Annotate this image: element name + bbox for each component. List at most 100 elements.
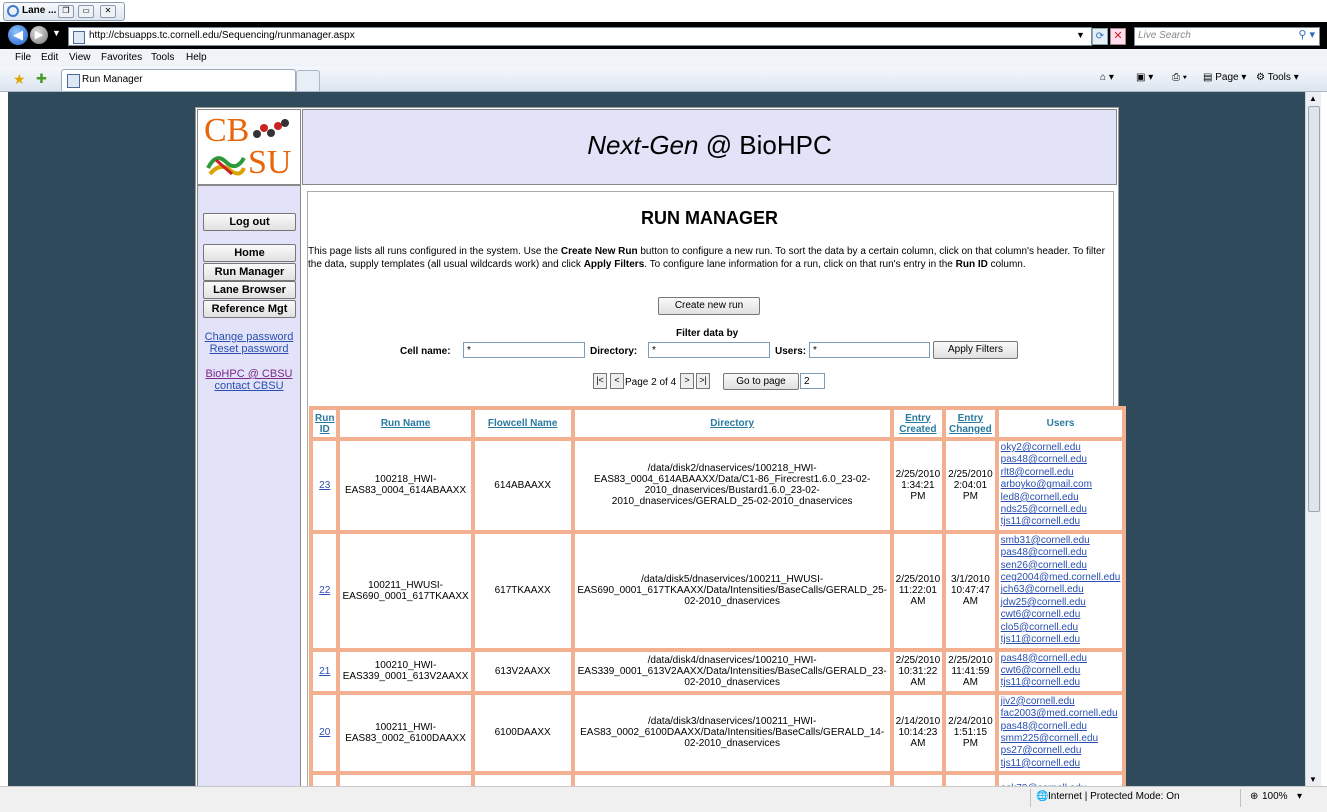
biohpc-link[interactable]: BioHPC @ CBSU	[198, 368, 300, 380]
last-page-button[interactable]: >|	[696, 373, 710, 389]
new-tab-button[interactable]	[296, 70, 320, 91]
user-email-link[interactable]: clo5@cornell.edu	[1001, 622, 1121, 634]
user-email-link[interactable]: ps27@cornell.edu	[1001, 745, 1121, 757]
desc-bold-2: Apply Filters	[583, 259, 645, 270]
goto-page-input[interactable]: 2	[800, 373, 825, 389]
directory-input[interactable]: *	[648, 342, 770, 358]
goto-page-button[interactable]: Go to page	[723, 373, 799, 390]
run-id-link[interactable]: 21	[312, 650, 338, 692]
col-entry-created[interactable]: Entry Created	[892, 409, 944, 438]
zoom-dropdown-icon[interactable]: ▾	[1297, 791, 1302, 802]
tab-title: Run Manager	[82, 74, 143, 85]
favorites-star-icon[interactable]: ★	[13, 71, 26, 88]
prev-page-button[interactable]: <	[610, 373, 624, 389]
search-input[interactable]: Live Search ⚲ ▾	[1134, 27, 1320, 46]
user-email-link[interactable]: nds25@cornell.edu	[1001, 504, 1121, 516]
col-flowcell[interactable]: Flowcell Name	[473, 409, 572, 438]
scroll-down-icon[interactable]: ▼	[1309, 775, 1317, 784]
user-email-link[interactable]: pas48@cornell.edu	[1001, 653, 1121, 665]
user-email-link[interactable]: pas48@cornell.edu	[1001, 454, 1121, 466]
refresh-icon[interactable]: ⟳	[1092, 28, 1108, 45]
user-email-link[interactable]: pas48@cornell.edu	[1001, 721, 1121, 733]
desc-text-3: . To configure lane information for a ru…	[644, 259, 956, 270]
user-email-link[interactable]: sen26@cornell.edu	[1001, 560, 1121, 572]
run-id-link[interactable]: 22	[312, 532, 338, 649]
scroll-up-icon[interactable]: ▲	[1309, 94, 1317, 103]
menu-file[interactable]: File	[15, 52, 31, 63]
address-dropdown-icon[interactable]: ▼	[1076, 30, 1085, 40]
menu-view[interactable]: View	[69, 52, 91, 63]
user-email-link[interactable]: jch63@cornell.edu	[1001, 584, 1121, 596]
contact-link[interactable]: contact CBSU	[198, 380, 300, 392]
tab-run-manager[interactable]: Run Manager	[61, 69, 296, 91]
sidebar-reference-mgt-button[interactable]: Reference Mgt	[203, 300, 296, 318]
restore-icon[interactable]: ❐	[58, 5, 74, 18]
user-email-link[interactable]: tjs11@cornell.edu	[1001, 516, 1121, 528]
site-title: Next-Gen @ BioHPC	[303, 130, 1116, 161]
user-email-link[interactable]: cwt6@cornell.edu	[1001, 665, 1121, 677]
users-input[interactable]: *	[809, 342, 930, 358]
menu-tools[interactable]: Tools	[151, 52, 174, 63]
scrollbar-thumb[interactable]	[1308, 106, 1320, 512]
col-run-id[interactable]: Run ID	[312, 409, 338, 438]
zoom-level[interactable]: 100%	[1262, 791, 1288, 802]
user-email-link[interactable]: oky2@cornell.edu	[1001, 442, 1121, 454]
first-page-button[interactable]: |<	[593, 373, 607, 389]
next-page-button[interactable]: >	[680, 373, 694, 389]
user-email-link[interactable]: rlt8@cornell.edu	[1001, 467, 1121, 479]
col-run-name[interactable]: Run Name	[339, 409, 472, 438]
col-entry-changed[interactable]: Entry Changed	[945, 409, 996, 438]
reset-password-link[interactable]: Reset password	[198, 343, 300, 355]
change-password-link[interactable]: Change password	[198, 331, 300, 343]
close-icon[interactable]: ✕	[100, 5, 116, 18]
cbsu-logo: CB SU	[197, 109, 301, 185]
run-id-link[interactable]: 20	[312, 693, 338, 773]
home-icon[interactable]: ⌂ ▾	[1100, 72, 1114, 83]
user-email-link[interactable]: jiv2@cornell.edu	[1001, 696, 1121, 708]
menu-favorites[interactable]: Favorites	[101, 52, 142, 63]
address-input[interactable]: http://cbsuapps.tc.cornell.edu/Sequencin…	[68, 27, 1092, 46]
run-id-link[interactable]: 23	[312, 440, 338, 531]
menu-edit[interactable]: Edit	[41, 52, 58, 63]
apply-filters-button[interactable]: Apply Filters	[933, 341, 1018, 359]
page-menu[interactable]: ▤ Page ▾	[1203, 72, 1246, 83]
minimize-icon[interactable]: ▭	[78, 5, 94, 18]
user-email-link[interactable]: tjs11@cornell.edu	[1001, 677, 1121, 689]
forward-button[interactable]: ▶	[30, 26, 48, 44]
user-email-link[interactable]: smm225@cornell.edu	[1001, 733, 1121, 745]
page-menu-label: Page	[1215, 72, 1239, 83]
user-email-link[interactable]: smb31@cornell.edu	[1001, 535, 1121, 547]
user-email-link[interactable]: tjs11@cornell.edu	[1001, 634, 1121, 646]
status-bar: 🌐 Internet | Protected Mode: On ⊕ 100% ▾	[0, 786, 1327, 812]
user-email-link[interactable]: tjs11@cornell.edu	[1001, 758, 1121, 770]
vertical-scrollbar[interactable]: ▲ ▼	[1305, 92, 1321, 786]
print-icon[interactable]: ⎙ ▾	[1172, 72, 1187, 83]
window-tab-thumbnail[interactable]: Lane ... ❐ ▭ ✕	[3, 2, 125, 21]
recent-pages-dropdown-icon[interactable]: ▼	[52, 28, 61, 38]
user-email-link[interactable]: led8@cornell.edu	[1001, 492, 1121, 504]
user-email-link[interactable]: fac2003@med.cornell.edu	[1001, 708, 1121, 720]
window-tab-label: Lane ...	[22, 5, 57, 16]
entry-changed-cell: 2/24/2010 1:51:15 PM	[945, 693, 996, 773]
user-email-link[interactable]: pas48@cornell.edu	[1001, 547, 1121, 559]
sidebar-run-manager-button[interactable]: Run Manager	[203, 263, 296, 281]
tools-menu[interactable]: ⚙ Tools ▾	[1256, 72, 1299, 83]
search-icon[interactable]: ⚲ ▾	[1298, 28, 1315, 41]
back-button[interactable]: ◀	[8, 25, 28, 45]
feeds-icon[interactable]: ▣ ▾	[1136, 72, 1153, 83]
menu-help[interactable]: Help	[186, 52, 207, 63]
col-directory[interactable]: Directory	[573, 409, 891, 438]
sidebar-home-button[interactable]: Home	[203, 244, 296, 262]
zoom-icon[interactable]: ⊕	[1250, 791, 1258, 802]
cell-name-input[interactable]: *	[463, 342, 585, 358]
logout-button[interactable]: Log out	[203, 213, 296, 231]
stop-icon[interactable]: ✕	[1110, 28, 1126, 45]
sidebar-lane-browser-button[interactable]: Lane Browser	[203, 281, 296, 299]
user-email-link[interactable]: arboyko@gmail.com	[1001, 479, 1121, 491]
user-email-link[interactable]: ceg2004@med.cornell.edu	[1001, 572, 1121, 584]
create-new-run-button[interactable]: Create new run	[658, 297, 760, 315]
user-email-link[interactable]: jdw25@cornell.edu	[1001, 597, 1121, 609]
users-label: Users:	[775, 346, 807, 357]
user-email-link[interactable]: cwt6@cornell.edu	[1001, 609, 1121, 621]
add-favorites-icon[interactable]: ✚	[36, 71, 47, 87]
